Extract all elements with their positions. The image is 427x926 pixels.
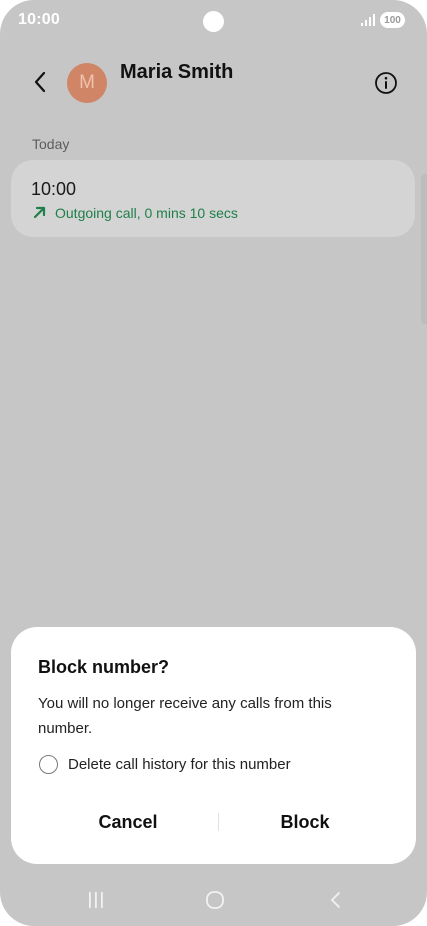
back-icon[interactable]: [326, 890, 346, 910]
cancel-button[interactable]: Cancel: [30, 805, 226, 839]
dialog-title: Block number?: [38, 657, 170, 677]
section-header-today: Today: [32, 136, 70, 152]
avatar: M: [67, 63, 107, 103]
checkbox-circle-icon[interactable]: [39, 755, 58, 774]
scroll-handle[interactable]: [421, 174, 427, 324]
avatar-initial: M: [79, 72, 95, 93]
status-time: 10:00: [18, 11, 60, 28]
info-button[interactable]: [373, 70, 399, 96]
info-icon: [375, 72, 397, 94]
recents-icon[interactable]: [83, 890, 109, 910]
block-button[interactable]: Block: [207, 805, 403, 839]
status-bar: 10:00 100: [0, 0, 427, 42]
call-detail: Outgoing call, 0 mins 10 secs: [31, 204, 238, 221]
phone-screen: 10:00 100 M Maria Smith Today 10:00 Outg…: [0, 0, 427, 926]
call-time: 10:00: [31, 179, 77, 199]
dialog-message: You will no longer receive any calls fro…: [38, 695, 332, 737]
outgoing-call-arrow-icon: [33, 206, 46, 219]
contact-name: Maria Smith: [120, 61, 234, 83]
chevron-left-icon: [34, 71, 46, 93]
camera-dot: [203, 11, 224, 32]
call-log-entry[interactable]: 10:00 Outgoing call, 0 mins 10 secs: [11, 160, 415, 237]
battery-level: 100: [384, 14, 401, 26]
home-icon[interactable]: [203, 888, 227, 912]
back-button[interactable]: [24, 66, 56, 98]
delete-history-checkbox[interactable]: Delete call history for this number: [39, 755, 291, 774]
signal-icon: [361, 14, 375, 26]
block-number-dialog: Block number? You will no longer receive…: [11, 627, 416, 864]
call-detail-text: Outgoing call, 0 mins 10 secs: [55, 204, 238, 221]
battery-icon: 100: [380, 12, 405, 28]
checkbox-label: Delete call history for this number: [68, 756, 291, 773]
